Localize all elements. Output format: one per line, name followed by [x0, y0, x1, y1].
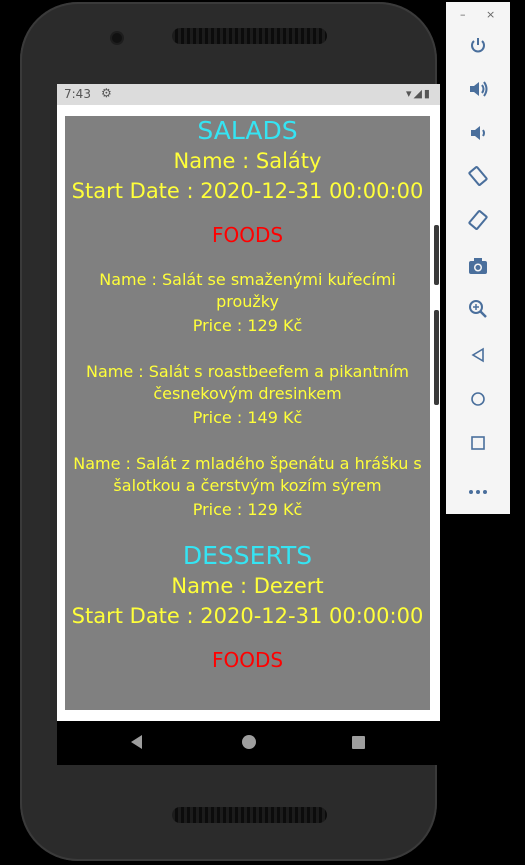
- zoom-icon[interactable]: [458, 295, 498, 329]
- status-icons: ▾◢▮: [405, 87, 432, 100]
- home-icon[interactable]: [458, 383, 498, 417]
- food-name: Name : Salát z mladého špenátu a hrášku …: [73, 454, 422, 495]
- category-block: DESSERTS Name : Dezert Start Date : 2020…: [65, 541, 430, 672]
- category-title: DESSERTS: [182, 541, 313, 570]
- nav-back-icon[interactable]: [131, 735, 142, 749]
- foods-label: FOODS: [211, 648, 284, 672]
- bottom-speaker: [172, 807, 327, 823]
- category-start-date: Start Date : 2020-12-31 00:00:00: [71, 179, 424, 203]
- foods-label: FOODS: [211, 223, 284, 247]
- category-name: Name : Dezert: [171, 574, 324, 598]
- camera-icon[interactable]: [458, 251, 498, 285]
- status-time: 7:43: [64, 87, 91, 101]
- phone-frame: 7:43 ⚙ ▾◢▮ SALADS Name : Saláty Start Da…: [20, 2, 440, 861]
- rotate-left-icon[interactable]: [458, 163, 498, 197]
- category-name: Name : Saláty: [173, 149, 322, 173]
- navigation-bar: [57, 721, 440, 765]
- more-icon[interactable]: [458, 471, 498, 505]
- food-item: Name : Salát se smaženými kuřecími prouž…: [65, 269, 430, 337]
- front-camera: [112, 33, 122, 43]
- volume-up-icon[interactable]: [458, 75, 498, 109]
- menu-list[interactable]: SALADS Name : Saláty Start Date : 2020-1…: [65, 116, 430, 710]
- top-speaker: [172, 28, 327, 44]
- device-screen: 7:43 ⚙ ▾◢▮ SALADS Name : Saláty Start Da…: [57, 84, 440, 765]
- emulator-toolbar: – ×: [446, 2, 510, 514]
- status-bar: 7:43 ⚙ ▾◢▮: [57, 84, 440, 105]
- gear-icon: ⚙: [101, 86, 112, 100]
- power-icon[interactable]: [458, 32, 498, 66]
- nav-recents-icon[interactable]: [352, 736, 365, 749]
- food-price: Price : 129 Kč: [192, 316, 303, 335]
- category-start-date: Start Date : 2020-12-31 00:00:00: [71, 604, 424, 628]
- phone-power-button: [434, 225, 439, 285]
- food-item: Name : Salát z mladého špenátu a hrášku …: [65, 453, 430, 521]
- food-price: Price : 149 Kč: [192, 408, 303, 427]
- food-name: Name : Salát s roastbeefem a pikantním č…: [85, 362, 410, 403]
- food-name: Name : Salát se smaženými kuřecími prouž…: [99, 270, 396, 311]
- food-item: Name : Salát s roastbeefem a pikantním č…: [65, 361, 430, 429]
- minimize-icon[interactable]: –: [460, 8, 466, 21]
- close-icon[interactable]: ×: [486, 8, 495, 21]
- phone-volume-button: [434, 310, 439, 405]
- nav-home-icon[interactable]: [242, 735, 256, 749]
- category-title: SALADS: [197, 116, 298, 145]
- volume-down-icon[interactable]: [458, 119, 498, 153]
- overview-icon[interactable]: [458, 427, 498, 461]
- back-icon[interactable]: [458, 339, 498, 373]
- category-block: SALADS Name : Saláty Start Date : 2020-1…: [65, 116, 430, 521]
- food-price: Price : 129 Kč: [192, 500, 303, 519]
- rotate-right-icon[interactable]: [458, 207, 498, 241]
